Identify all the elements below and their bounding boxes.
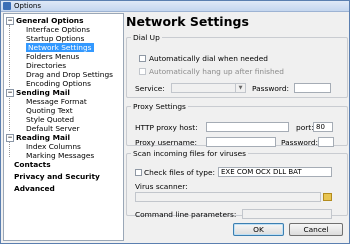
proxy-username-field[interactable]: [206, 137, 276, 147]
tree-connector: [9, 25, 10, 87]
collapse-icon[interactable]: −: [6, 17, 14, 25]
tree-item-message-format[interactable]: Message Format: [26, 97, 87, 106]
app-icon: [3, 2, 11, 10]
proxy-host-label: HTTP proxy host:: [135, 123, 198, 132]
auto-hangup-label: Automatically hang up after finished: [149, 67, 284, 76]
tree-connector: [9, 96, 10, 131]
proxy-password-field[interactable]: [318, 137, 334, 147]
port-field[interactable]: 80: [313, 122, 333, 132]
tree-item-default-server[interactable]: Default Server: [26, 124, 80, 133]
proxy-group: Proxy Settings HTTP proxy host: port: 80…: [126, 102, 348, 147]
dialup-group: Dial Up Automatically dial when needed A…: [126, 33, 348, 98]
command-line-label: Command line parameters:: [135, 210, 237, 219]
port-label: port:: [296, 123, 314, 132]
title-bar[interactable]: Options: [1, 1, 349, 12]
settings-panel: Network Settings Dial Up Automatically d…: [126, 13, 348, 241]
auto-dial-label: Automatically dial when needed: [149, 54, 268, 63]
proxy-host-field[interactable]: [206, 122, 289, 132]
tree-group-general-options[interactable]: − General Options: [6, 16, 83, 25]
tree-item-drag-drop-settings[interactable]: Drag and Drop Settings: [26, 70, 113, 79]
check-files-checkbox[interactable]: [135, 169, 142, 176]
ok-button[interactable]: OK: [233, 223, 284, 236]
window-title: Options: [14, 2, 42, 10]
auto-hangup-checkbox[interactable]: [139, 68, 146, 75]
dialup-legend: Dial Up: [133, 33, 160, 42]
tree-item-marking-messages[interactable]: Marking Messages: [26, 151, 94, 160]
virus-scanner-field[interactable]: [135, 192, 321, 202]
dialup-password-field[interactable]: [294, 83, 331, 93]
tree-connector: [9, 140, 10, 157]
tree-item-startup-options[interactable]: Startup Options: [26, 34, 84, 43]
options-tree[interactable]: − General Options Interface Options Start…: [3, 13, 124, 241]
check-files-label: Check files of type:: [144, 168, 216, 177]
tree-item-style-quoted[interactable]: Style Quoted: [26, 115, 74, 124]
collapse-icon[interactable]: −: [6, 134, 14, 142]
auto-dial-checkbox[interactable]: [139, 55, 146, 62]
proxy-legend: Proxy Settings: [133, 102, 186, 111]
virus-scan-group: Scan incoming files for viruses Check fi…: [126, 149, 348, 219]
page-title: Network Settings: [126, 14, 249, 29]
tree-item-encoding-options[interactable]: Encoding Options: [26, 79, 91, 88]
tree-item-index-columns[interactable]: Index Columns: [26, 142, 81, 151]
virus-scanner-label: Virus scanner:: [135, 182, 188, 191]
browse-folder-icon[interactable]: [323, 193, 332, 201]
tree-group-reading-mail[interactable]: − Reading Mail: [6, 133, 70, 142]
command-line-field[interactable]: [242, 209, 332, 219]
tree-item-privacy-security[interactable]: Privacy and Security: [14, 172, 100, 181]
options-window: Options − General Options Interface Optio…: [0, 0, 350, 244]
proxy-username-label: Proxy username:: [135, 138, 198, 147]
tree-item-quoting-text[interactable]: Quoting Text: [26, 106, 73, 115]
service-label: Service:: [135, 84, 165, 93]
tree-item-network-settings[interactable]: Network Settings: [26, 43, 94, 52]
collapse-icon[interactable]: −: [6, 89, 14, 97]
chevron-down-icon[interactable]: ▼: [235, 84, 245, 92]
tree-item-interface-options[interactable]: Interface Options: [26, 25, 90, 34]
tree-group-sending-mail[interactable]: − Sending Mail: [6, 88, 70, 97]
tree-item-contacts[interactable]: Contacts: [14, 160, 51, 169]
tree-item-directories[interactable]: Directories: [26, 61, 66, 70]
tree-item-advanced[interactable]: Advanced: [14, 184, 55, 193]
service-dropdown[interactable]: ▼: [171, 83, 246, 93]
tree-item-folders-menus[interactable]: Folders Menus: [26, 52, 79, 61]
virus-legend: Scan incoming files for viruses: [133, 149, 246, 158]
file-types-field[interactable]: EXE COM OCX DLL BAT: [218, 167, 332, 177]
dialup-password-label: Password:: [252, 84, 290, 93]
proxy-password-label: Password:: [281, 138, 319, 147]
cancel-button[interactable]: Cancel: [289, 223, 343, 236]
